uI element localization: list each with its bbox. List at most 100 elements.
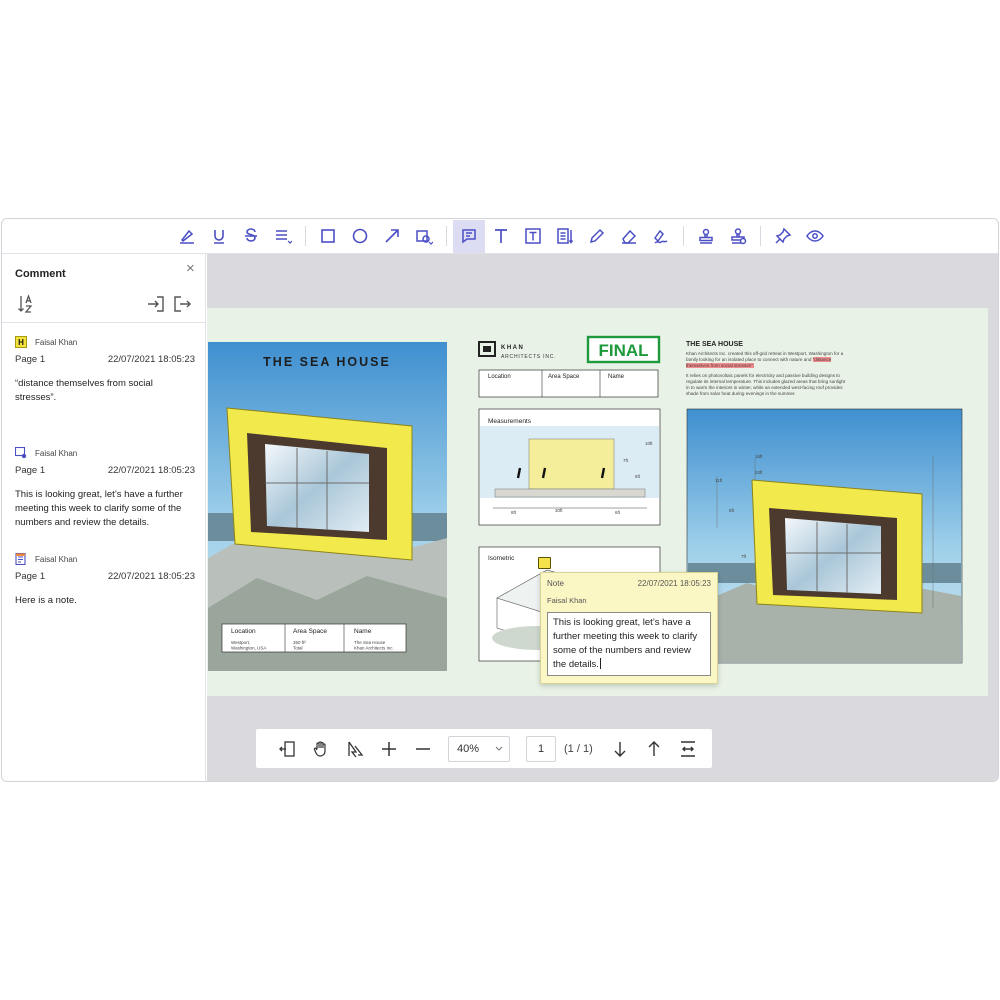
page-count: (1 / 1) [564, 742, 593, 755]
pin-tool-icon[interactable] [767, 220, 799, 253]
next-page-icon[interactable] [603, 732, 637, 766]
shape-menu-icon[interactable] [408, 220, 440, 253]
comment-text: Here is a note. [15, 595, 77, 606]
comment-page: Page 1 [15, 571, 46, 582]
user-stamp-tool-icon[interactable] [722, 220, 754, 253]
page-number-input[interactable]: 1 [526, 735, 556, 762]
fit-width-icon[interactable] [671, 732, 705, 766]
note-comment-icon [15, 553, 27, 565]
comment-text: “distance themselves from social stresse… [15, 378, 153, 403]
eraser-tool-icon[interactable] [613, 220, 645, 253]
toolbar-separator [760, 226, 761, 246]
firm-subtitle: ARCHITECTS INC. [501, 354, 556, 360]
import-icon[interactable] [146, 294, 166, 314]
dim-label: 6ft [729, 508, 735, 513]
rectangle-tool-icon[interactable] [312, 220, 344, 253]
zoom-value: 40% [457, 742, 480, 755]
signature-tool-icon[interactable] [645, 220, 677, 253]
close-icon[interactable]: × [186, 261, 195, 276]
comment-date: 22/07/2021 18:05:23 [107, 571, 195, 582]
dim-label: 10ft [645, 441, 653, 446]
comment-author: Faisal Khan [35, 448, 78, 458]
comment-author: Faisal Khan [35, 337, 78, 347]
comment-text: This is looking great, let’s have a furt… [15, 489, 183, 528]
firm-name: KHAN [501, 345, 524, 351]
pdf-viewer-window: Comment × H Faisal Khan Page 1 22/07/2021… [1, 218, 999, 782]
zoom-in-icon[interactable] [372, 732, 406, 766]
info-header-name: Name [354, 628, 372, 635]
dim-label: 8ft [511, 510, 517, 515]
comment-panel: Comment × H Faisal Khan Page 1 22/07/2021… [2, 254, 206, 781]
stamp-tool-icon[interactable] [690, 220, 722, 253]
dim-label: 7ft [741, 554, 747, 559]
toolbar-separator [683, 226, 684, 246]
toggle-sidebar-icon[interactable] [270, 732, 304, 766]
comment-tool-icon[interactable] [453, 219, 485, 253]
navigation-toolbar: 40% 1 (1 / 1) [255, 728, 713, 769]
note-tool-icon[interactable] [549, 220, 581, 253]
info-header-location: Location [488, 374, 511, 380]
info-header-area: Area Space [548, 374, 580, 380]
zoom-select[interactable]: 40% [448, 735, 510, 762]
document-page[interactable]: THE SEA HOUSE Location Area Space Name W… [207, 308, 988, 696]
export-icon[interactable] [172, 294, 192, 314]
dim-label: 6ft [615, 510, 621, 515]
toolbar-separator [446, 226, 447, 246]
dim-label: 6ft [635, 474, 641, 479]
hand-pan-icon[interactable] [304, 732, 338, 766]
dim-label: 30ft [555, 508, 563, 513]
text-box-tool-icon[interactable] [517, 220, 549, 253]
right-render-panel [686, 408, 963, 664]
info-header-location: Location [231, 628, 256, 635]
text-align-menu-icon[interactable] [267, 220, 299, 253]
strikeout-tool-icon[interactable] [235, 220, 267, 253]
select-pointer-icon[interactable] [338, 732, 372, 766]
note-marker-icon[interactable] [538, 557, 551, 569]
dim-label: 22ft [755, 470, 763, 475]
firm-logo [478, 341, 496, 357]
document-canvas[interactable]: THE SEA HOUSE Location Area Space Name W… [207, 254, 998, 781]
text-caret [599, 658, 601, 669]
annotation-toolbar [2, 219, 998, 254]
panel-title: Comment [15, 268, 66, 280]
zoom-out-icon[interactable] [406, 732, 440, 766]
comment-date: 22/07/2021 18:05:23 [107, 465, 195, 476]
pencil-tool-icon[interactable] [581, 220, 613, 253]
note-date: 22/07/2021 18:05:23 [637, 579, 711, 588]
chevron-down-icon [495, 746, 503, 751]
right-title: THE SEA HOUSE [686, 341, 743, 348]
comment-page: Page 1 [15, 465, 46, 476]
measurements-label: Measurements [488, 418, 532, 425]
view-toggle-icon[interactable] [799, 220, 831, 253]
final-stamp: FINAL [598, 341, 648, 360]
dim-label: 11ft [715, 478, 723, 483]
underline-tool-icon[interactable] [203, 220, 235, 253]
dim-label: 16ft [755, 454, 763, 459]
comment-author: Faisal Khan [35, 554, 78, 564]
note-label: Note [547, 579, 564, 588]
note-textarea[interactable]: This is looking great, let’s have a furt… [547, 612, 711, 676]
note-popup[interactable]: Note 22/07/2021 18:05:23 Faisal Khan Thi… [540, 572, 718, 684]
toolbar-separator [305, 226, 306, 246]
left-title: THE SEA HOUSE [263, 355, 391, 369]
panel-divider [2, 322, 206, 323]
comment-user-icon [15, 447, 27, 459]
comment-item[interactable]: H Faisal Khan Page 1 22/07/2021 18:05:23 … [15, 335, 195, 405]
highlight-comment-icon: H [15, 336, 27, 348]
sort-az-icon[interactable] [16, 294, 36, 314]
free-text-tool-icon[interactable] [485, 220, 517, 253]
info-header-area: Area Space [293, 628, 327, 635]
highlight-tool-icon[interactable] [171, 220, 203, 253]
previous-page-icon[interactable] [637, 732, 671, 766]
comment-item[interactable]: Faisal Khan Page 1 22/07/2021 18:05:23 Th… [15, 446, 195, 530]
comment-page: Page 1 [15, 354, 46, 365]
ellipse-tool-icon[interactable] [344, 220, 376, 253]
isometric-label: Isometric [488, 555, 515, 562]
comment-date: 22/07/2021 18:05:23 [107, 354, 195, 365]
right-paragraph-2: It relies on photovoltaic panels for ele… [686, 373, 846, 396]
info-header-name: Name [608, 374, 625, 380]
comment-item[interactable]: Faisal Khan Page 1 22/07/2021 18:05:23 He… [15, 552, 195, 608]
note-author: Faisal Khan [547, 596, 587, 605]
dim-label: 7ft [623, 458, 629, 463]
arrow-tool-icon[interactable] [376, 220, 408, 253]
